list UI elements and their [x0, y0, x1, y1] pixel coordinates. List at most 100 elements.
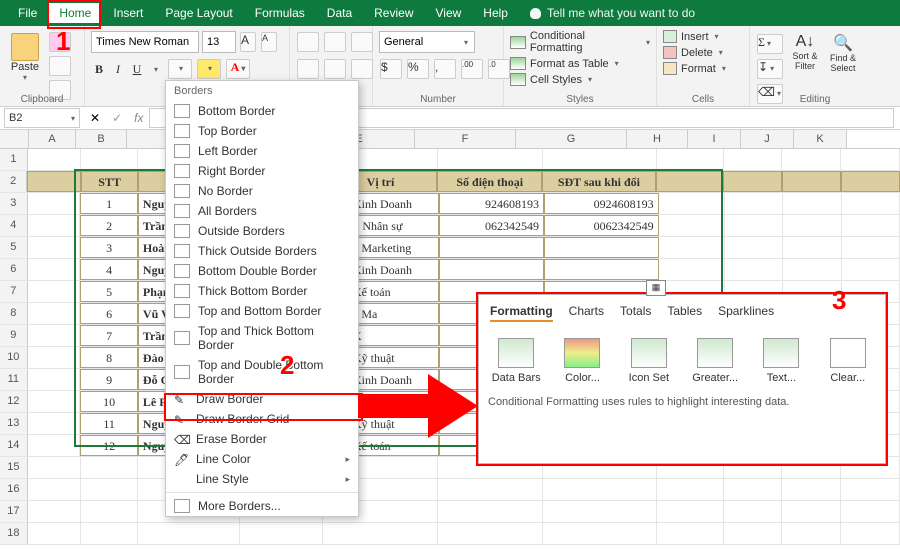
borders-button[interactable]	[168, 59, 192, 79]
tab-data[interactable]: Data	[317, 3, 362, 23]
row-header[interactable]: 5	[0, 237, 28, 258]
row-header[interactable]: 17	[0, 501, 28, 522]
align-bottom-button[interactable]	[351, 32, 373, 52]
row-header[interactable]: 14	[0, 435, 28, 456]
font-name-input[interactable]	[91, 31, 199, 53]
border-item-5[interactable]: All Borders	[166, 201, 358, 221]
row-header[interactable]: 11	[0, 369, 28, 390]
name-box[interactable]: B2▾	[4, 108, 80, 128]
sort-filter-button[interactable]: A↓ Sort & Filter	[788, 31, 822, 71]
row-header[interactable]: 8	[0, 303, 28, 324]
select-all-corner[interactable]	[0, 130, 29, 148]
row-header[interactable]: 15	[0, 457, 28, 478]
line-style-item[interactable]: Line Style	[166, 469, 358, 489]
qa-clear-format[interactable]: Clear...	[822, 338, 874, 384]
fill-button[interactable]: ↧	[757, 59, 783, 79]
draw-border-grid-item[interactable]: ✎Draw Border Grid	[166, 409, 358, 429]
border-item-8[interactable]: Bottom Double Border	[166, 261, 358, 281]
draw-border-item[interactable]: ✎Draw Border	[166, 389, 358, 409]
qa-tab-tables[interactable]: Tables	[667, 304, 702, 322]
col-header-k[interactable]: K	[794, 130, 847, 148]
col-header-h[interactable]: H	[627, 130, 688, 148]
quick-analysis-icon[interactable]: ▦	[646, 280, 666, 296]
qa-tab-charts[interactable]: Charts	[569, 304, 604, 322]
row-header[interactable]: 13	[0, 413, 28, 434]
qa-tab-totals[interactable]: Totals	[620, 304, 651, 322]
accounting-button[interactable]: $	[380, 59, 402, 79]
percent-button[interactable]: %	[407, 59, 429, 79]
tab-view[interactable]: View	[426, 3, 472, 23]
format-as-table-button[interactable]: Format as Table	[510, 57, 619, 70]
col-header-a[interactable]: A	[29, 130, 76, 148]
fill-color-button[interactable]	[197, 59, 221, 79]
tab-review[interactable]: Review	[364, 3, 423, 23]
tab-file[interactable]: File	[8, 3, 47, 23]
qa-icon-set[interactable]: Icon Set	[623, 338, 675, 384]
border-item-9[interactable]: Thick Bottom Border	[166, 281, 358, 301]
tab-help[interactable]: Help	[473, 3, 518, 23]
border-item-1[interactable]: Top Border	[166, 121, 358, 141]
paste-button[interactable]: Paste ▾	[6, 31, 44, 82]
align-left-button[interactable]	[297, 59, 319, 79]
italic-button[interactable]: I	[110, 62, 126, 77]
border-item-2[interactable]: Left Border	[166, 141, 358, 161]
col-header-j[interactable]: J	[741, 130, 794, 148]
align-right-button[interactable]	[351, 59, 373, 79]
format-cells-button[interactable]: Format	[663, 62, 726, 75]
tab-home[interactable]: Home	[49, 3, 101, 23]
row-header[interactable]: 6	[0, 259, 28, 280]
borders-dropdown[interactable]: Borders Bottom BorderTop BorderLeft Bord…	[165, 80, 359, 517]
delete-cells-button[interactable]: Delete	[663, 46, 723, 59]
font-color-button[interactable]: A	[226, 59, 250, 79]
increase-decimal-button[interactable]: .00	[461, 59, 483, 79]
conditional-formatting-button[interactable]: Conditional Formatting	[510, 30, 650, 54]
tab-page-layout[interactable]: Page Layout	[155, 3, 242, 23]
autosum-button[interactable]: Σ	[757, 34, 783, 54]
qa-data-bars[interactable]: Data Bars	[490, 338, 542, 384]
row-header[interactable]: 4	[0, 215, 28, 236]
border-item-10[interactable]: Top and Bottom Border	[166, 301, 358, 321]
more-borders-item[interactable]: More Borders...	[166, 496, 358, 516]
line-color-item[interactable]: 🖊Line Color	[166, 449, 358, 469]
qa-tab-formatting[interactable]: Formatting	[490, 304, 553, 322]
row-header[interactable]: 3	[0, 193, 28, 214]
copy-button[interactable]	[49, 56, 71, 76]
row-header[interactable]: 10	[0, 347, 28, 368]
fx-icon[interactable]: fx	[128, 111, 149, 125]
border-item-0[interactable]: Bottom Border	[166, 101, 358, 121]
row-header[interactable]: 7	[0, 281, 28, 302]
confirm-edit-icon[interactable]: ✓	[106, 111, 128, 125]
col-header-i[interactable]: I	[688, 130, 741, 148]
erase-border-item[interactable]: ⌫Erase Border	[166, 429, 358, 449]
tab-formulas[interactable]: Formulas	[245, 3, 315, 23]
row-header[interactable]: 12	[0, 391, 28, 412]
border-item-6[interactable]: Outside Borders	[166, 221, 358, 241]
bold-button[interactable]: B	[91, 62, 107, 77]
tab-insert[interactable]: Insert	[103, 3, 153, 23]
border-item-11[interactable]: Top and Thick Bottom Border	[166, 321, 358, 355]
border-item-3[interactable]: Right Border	[166, 161, 358, 181]
col-header-b[interactable]: B	[76, 130, 127, 148]
col-header-f[interactable]: F	[415, 130, 516, 148]
tell-me-search[interactable]: Tell me what you want to do	[530, 6, 695, 20]
underline-button[interactable]: U	[129, 62, 145, 77]
font-size-input[interactable]	[202, 31, 236, 53]
border-item-4[interactable]: No Border	[166, 181, 358, 201]
qa-text-contains[interactable]: Text...	[755, 338, 807, 384]
decrease-font-button[interactable]: A	[261, 32, 277, 52]
qa-color-scale[interactable]: Color...	[556, 338, 608, 384]
qa-greater-than[interactable]: Greater...	[689, 338, 741, 384]
border-item-12[interactable]: Top and Double Bottom Border	[166, 355, 358, 389]
row-header[interactable]: 1	[0, 149, 28, 170]
align-middle-button[interactable]	[324, 32, 346, 52]
comma-button[interactable]: ,	[434, 59, 456, 79]
insert-cells-button[interactable]: Insert	[663, 30, 719, 43]
cancel-edit-icon[interactable]: ✕	[84, 111, 106, 125]
align-center-button[interactable]	[324, 59, 346, 79]
row-header[interactable]: 9	[0, 325, 28, 346]
row-header[interactable]: 2	[0, 171, 27, 192]
number-format-select[interactable]	[379, 31, 475, 53]
row-header[interactable]: 18	[0, 523, 28, 544]
cell-styles-button[interactable]: Cell Styles	[510, 73, 592, 86]
col-header-g[interactable]: G	[516, 130, 627, 148]
